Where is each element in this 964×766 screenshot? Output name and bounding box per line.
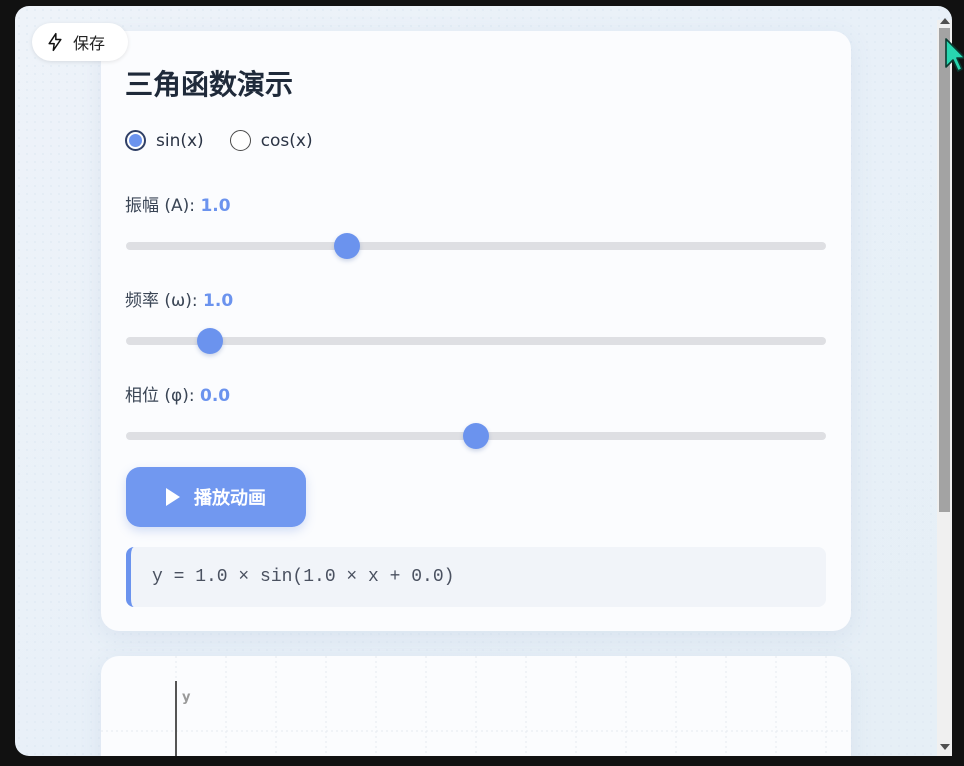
phase-value: 0.0: [200, 386, 231, 406]
function-plot: y: [101, 656, 851, 756]
frequency-label-text: 频率 (ω):: [125, 291, 204, 311]
controls-card: 三角函数演示 sin(x) cos(x) 振幅 (A): 1.0 频率 (ω):…: [101, 31, 851, 631]
radio-sin-indicator[interactable]: [125, 130, 146, 151]
phase-slider-thumb[interactable]: [463, 423, 489, 449]
frequency-slider-thumb[interactable]: [197, 328, 223, 354]
phase-slider[interactable]: [126, 423, 826, 449]
amplitude-slider[interactable]: [126, 233, 826, 259]
scrollbar-thumb[interactable]: [939, 28, 950, 512]
function-selector: sin(x) cos(x): [125, 130, 313, 151]
radio-cos-indicator[interactable]: [229, 130, 251, 151]
y-axis-label: y: [182, 690, 191, 705]
radio-cos[interactable]: cos(x): [229, 130, 313, 151]
phase-label-text: 相位 (φ):: [125, 386, 201, 406]
radio-sin-label: sin(x): [156, 130, 204, 151]
radio-sin[interactable]: sin(x): [125, 130, 204, 151]
frequency-label: 频率 (ω): 1.0: [125, 286, 233, 311]
frequency-slider[interactable]: [126, 328, 826, 354]
phase-label: 相位 (φ): 0.0: [125, 381, 230, 406]
plot-grid: [101, 656, 851, 756]
play-animation-label: 播放动画: [194, 488, 266, 509]
radio-cos-label: cos(x): [260, 130, 313, 151]
sparkle-icon: [48, 32, 62, 52]
play-icon: [166, 488, 180, 506]
mouse-cursor-icon: [945, 38, 964, 72]
play-animation-button[interactable]: 播放动画: [126, 467, 306, 527]
formula-display: y = 1.0 × sin(1.0 × x + 0.0): [126, 547, 826, 607]
app-window: 三角函数演示 sin(x) cos(x) 振幅 (A): 1.0 频率 (ω):…: [15, 6, 952, 756]
frequency-value: 1.0: [203, 291, 234, 311]
save-button[interactable]: 保存: [32, 23, 128, 61]
chart-card: y: [101, 656, 851, 756]
scroll-up-arrow[interactable]: [940, 18, 950, 24]
save-button-label: 保存: [73, 34, 106, 53]
amplitude-label-text: 振幅 (A):: [125, 196, 201, 216]
amplitude-slider-thumb[interactable]: [333, 233, 360, 259]
amplitude-value: 1.0: [200, 196, 231, 216]
amplitude-label: 振幅 (A): 1.0: [125, 191, 231, 216]
scroll-down-arrow[interactable]: [940, 744, 950, 750]
page-title: 三角函数演示: [125, 68, 294, 101]
